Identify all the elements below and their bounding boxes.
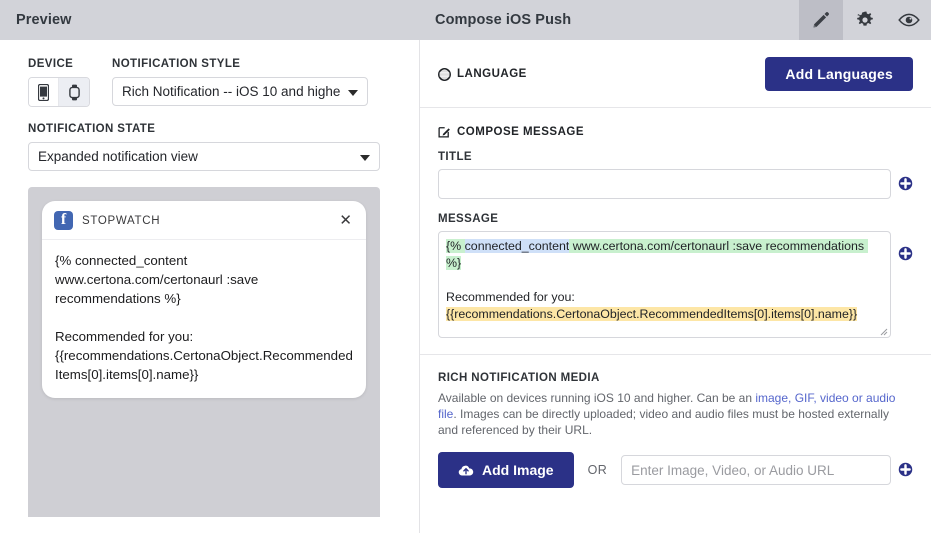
compose-panel: LANGUAGE Add Languages COMPOSE MESSAGE — [420, 40, 931, 533]
page-title: Compose iOS Push — [420, 0, 799, 40]
preview-panel: DEVICE — [0, 40, 420, 533]
or-separator: OR — [588, 463, 608, 477]
media-description: Available on devices running iOS 10 and … — [438, 390, 908, 438]
language-title: LANGUAGE — [457, 68, 527, 80]
add-image-label: Add Image — [482, 462, 554, 478]
message-textarea[interactable]: {% connected_content www.certona.com/cer… — [438, 231, 891, 338]
globe-icon — [438, 68, 451, 81]
compose-ios-push-screen: Preview Compose iOS Push — [0, 0, 931, 533]
add-languages-button[interactable]: Add Languages — [765, 57, 913, 91]
message-line-blank — [446, 272, 882, 289]
notification-style-select[interactable]: Rich Notification -- iOS 10 and highe — [112, 77, 368, 106]
title-field-wrap — [438, 169, 913, 199]
add-url-personalization-icon[interactable] — [898, 462, 913, 477]
device-group: DEVICE — [28, 58, 90, 107]
edit-square-icon — [438, 125, 451, 138]
language-section: LANGUAGE Add Languages — [420, 40, 931, 108]
device-label: DEVICE — [28, 58, 90, 70]
notification-state-label: NOTIFICATION STATE — [28, 123, 419, 135]
notification-state-select[interactable]: Expanded notification view — [28, 142, 380, 171]
device-and-style-row: DEVICE — [28, 58, 419, 107]
cloud-upload-icon — [458, 464, 474, 477]
device-watch-button[interactable] — [59, 78, 89, 106]
language-header: LANGUAGE Add Languages — [438, 57, 913, 91]
media-url-input[interactable] — [621, 455, 891, 485]
message-line-liquid-wrap: {{recommendations.CertonaObject.Recommen… — [446, 306, 882, 323]
notification-app-name: STOPWATCH — [82, 215, 337, 227]
close-icon[interactable]: ✕ — [337, 213, 354, 228]
add-title-personalization-icon[interactable] — [898, 176, 913, 191]
textarea-resize-handle[interactable] — [878, 326, 888, 336]
title-input[interactable] — [438, 169, 891, 199]
media-upload-row: Add Image OR — [438, 452, 913, 488]
phone-preview-frame: f STOPWATCH ✕ {% connected_content www.c… — [28, 187, 380, 517]
message-field-wrap: {% connected_content www.certona.com/cer… — [438, 231, 913, 338]
media-desc-part1: Available on devices running iOS 10 and … — [438, 391, 755, 405]
liquid-variable: {{recommendations.CertonaObject.Recommen… — [446, 307, 857, 321]
notification-style-group: NOTIFICATION STYLE Rich Notification -- … — [112, 58, 368, 106]
title-field-label: TITLE — [438, 151, 913, 163]
notification-preview-card: f STOPWATCH ✕ {% connected_content www.c… — [42, 201, 366, 398]
rich-notification-media-section: RICH NOTIFICATION MEDIA Available on dev… — [420, 355, 931, 504]
add-image-button[interactable]: Add Image — [438, 452, 574, 488]
message-line-plain: Recommended for you: — [446, 289, 882, 306]
device-phone-button[interactable] — [29, 78, 59, 106]
media-desc-part2: . Images can be directly uploaded; video… — [438, 407, 889, 437]
notification-body-text: {% connected_content www.certona.com/cer… — [42, 240, 366, 398]
notification-state-group: NOTIFICATION STATE Expanded notification… — [28, 123, 419, 171]
pencil-icon[interactable] — [799, 0, 843, 40]
compose-message-section: COMPOSE MESSAGE TITLE MESSAGE {% c — [420, 108, 931, 355]
language-title-group: LANGUAGE — [438, 68, 527, 81]
header-icon-group — [799, 0, 931, 40]
notification-card-header: f STOPWATCH ✕ — [42, 201, 366, 240]
message-field-label: MESSAGE — [438, 213, 913, 225]
media-url-wrap — [621, 455, 913, 485]
add-message-personalization-icon[interactable] — [898, 246, 913, 261]
notification-style-value: Rich Notification -- iOS 10 and highe — [122, 84, 340, 99]
main-body: DEVICE — [0, 40, 931, 533]
message-line-connected-content: {% connected_content www.certona.com/cer… — [446, 238, 882, 272]
liquid-tag-keyword: connected_content — [465, 239, 570, 253]
notification-style-label: NOTIFICATION STYLE — [112, 58, 368, 70]
compose-message-title: COMPOSE MESSAGE — [457, 126, 584, 138]
app-header: Preview Compose iOS Push — [0, 0, 931, 40]
liquid-tag-open: {% — [446, 239, 465, 253]
eye-icon[interactable] — [887, 0, 931, 40]
gear-icon[interactable] — [843, 0, 887, 40]
chevron-down-icon — [348, 90, 358, 96]
notification-state-value: Expanded notification view — [38, 149, 198, 164]
device-toggle[interactable] — [28, 77, 90, 107]
facebook-icon: f — [54, 211, 73, 230]
chevron-down-icon — [360, 155, 370, 161]
compose-message-title-group: COMPOSE MESSAGE — [438, 125, 913, 138]
media-title: RICH NOTIFICATION MEDIA — [438, 372, 913, 384]
preview-pane-title: Preview — [0, 0, 420, 40]
